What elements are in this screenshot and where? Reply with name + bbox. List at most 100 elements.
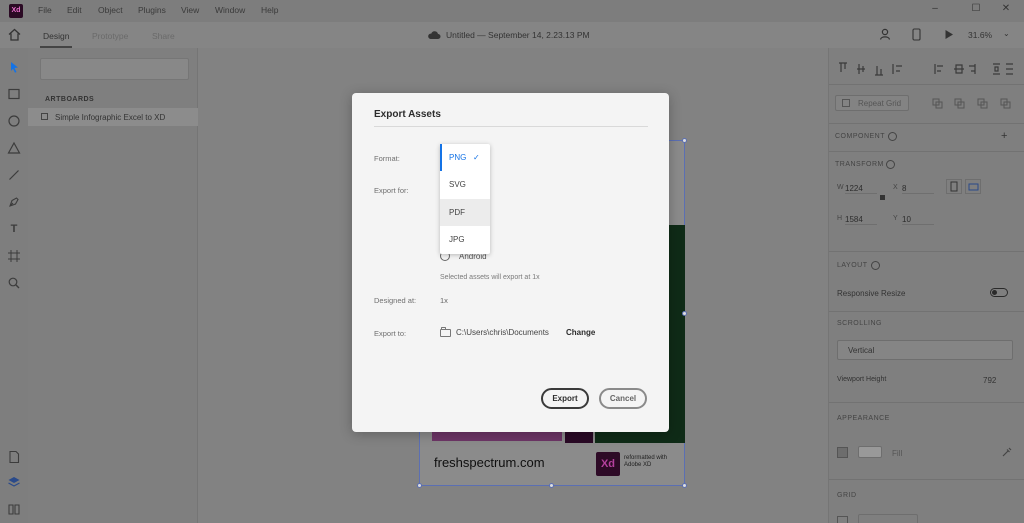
format-option-jpg[interactable]: JPG xyxy=(440,226,490,253)
artboard-layer-name[interactable]: Simple Infographic Excel to XD xyxy=(55,113,165,122)
format-option-pdf[interactable]: PDF xyxy=(440,199,490,226)
info-icon[interactable] xyxy=(886,160,895,169)
divider xyxy=(829,479,1024,480)
landscape-icon[interactable] xyxy=(965,179,981,194)
chevron-down-icon[interactable]: ⌄ xyxy=(1003,29,1010,38)
cancel-button[interactable]: Cancel xyxy=(599,388,647,409)
artboard-layer-icon xyxy=(41,113,48,120)
designed-at-value: 1x xyxy=(440,296,448,305)
layers-icon[interactable] xyxy=(7,475,21,489)
transform-label: TRANSFORM xyxy=(835,161,884,168)
format-option-svg[interactable]: SVG xyxy=(440,171,490,198)
fill-color-swatch[interactable] xyxy=(858,446,882,458)
menu-plugins[interactable]: Plugins xyxy=(138,5,166,15)
text-tool-icon[interactable]: T xyxy=(7,222,21,236)
infographic-dark-block xyxy=(565,431,593,443)
repeat-grid-label: Repeat Grid xyxy=(858,99,902,108)
info-icon[interactable] xyxy=(871,261,880,270)
divider xyxy=(829,251,1024,252)
dialog-title: Export Assets xyxy=(374,109,441,120)
artboard-reformat-text: reformatted with Adobe XD xyxy=(624,455,668,468)
x-field[interactable]: 8 xyxy=(902,184,934,194)
eyedropper-icon[interactable] xyxy=(1002,447,1012,457)
export-path: C:\Users\chris\Documents xyxy=(456,328,549,337)
layout-label: LAYOUT xyxy=(837,262,868,269)
app-logo-icon: Xd xyxy=(9,4,23,18)
cloud-icon xyxy=(427,30,441,40)
pen-tool-icon[interactable] xyxy=(7,195,21,209)
viewport-height-label: Viewport Height xyxy=(837,376,887,383)
boolean-ops-icons[interactable] xyxy=(932,98,1014,110)
home-icon[interactable] xyxy=(8,28,21,41)
device-preview-icon[interactable] xyxy=(912,28,921,41)
close-icon[interactable]: ✕ xyxy=(996,3,1016,14)
info-icon[interactable] xyxy=(888,132,897,141)
zoom-tool-icon[interactable] xyxy=(7,276,21,290)
export-to-label: Export to: xyxy=(374,329,407,338)
align-toolbar xyxy=(838,62,1013,76)
zoom-level[interactable]: 31.6% xyxy=(968,30,992,40)
height-field[interactable]: 1584 xyxy=(845,215,877,225)
user-icon[interactable] xyxy=(879,28,891,40)
menu-window[interactable]: Window xyxy=(215,5,245,15)
grid-checkbox[interactable] xyxy=(837,516,848,523)
x-label: X xyxy=(893,184,899,191)
polygon-tool-icon[interactable] xyxy=(7,141,21,155)
play-icon[interactable] xyxy=(944,29,954,40)
rectangle-tool-icon[interactable] xyxy=(7,87,21,101)
minimize-icon[interactable]: – xyxy=(925,3,945,14)
tab-design[interactable]: Design xyxy=(43,31,69,41)
divider xyxy=(829,123,1024,124)
export-button[interactable]: Export xyxy=(541,388,589,409)
portrait-icon[interactable] xyxy=(946,179,962,194)
menu-object[interactable]: Object xyxy=(98,5,123,15)
repeat-grid-icon xyxy=(842,99,850,107)
menu-view[interactable]: View xyxy=(181,5,199,15)
format-option-png[interactable]: PNG xyxy=(440,144,490,171)
plugins-icon[interactable] xyxy=(7,502,21,516)
ellipse-tool-icon[interactable] xyxy=(7,114,21,128)
grid-label: GRID xyxy=(837,492,857,499)
artboard-site-text: freshspectrum.com xyxy=(434,455,545,470)
grid-type-select[interactable] xyxy=(858,514,918,523)
resize-handle[interactable] xyxy=(682,483,687,488)
checkmark-icon: ✓ xyxy=(473,153,480,162)
change-location-link[interactable]: Change xyxy=(566,328,595,337)
format-label: Format: xyxy=(374,154,400,163)
document-title[interactable]: Untitled — September 14, 2.23.13 PM xyxy=(446,30,590,40)
resize-handle[interactable] xyxy=(417,483,422,488)
viewport-height-field[interactable]: 792 xyxy=(983,376,996,385)
designed-at-label: Designed at: xyxy=(374,296,417,305)
y-label: Y xyxy=(893,215,899,222)
divider xyxy=(374,126,648,127)
responsive-resize-label: Responsive Resize xyxy=(837,289,906,298)
lock-aspect-icon[interactable] xyxy=(880,195,885,200)
fill-checkbox[interactable] xyxy=(837,447,848,458)
resize-handle[interactable] xyxy=(549,483,554,488)
menu-file[interactable]: File xyxy=(38,5,52,15)
y-field[interactable]: 10 xyxy=(902,215,934,225)
height-label: H xyxy=(837,215,843,222)
document-assets-icon[interactable] xyxy=(7,450,21,464)
menu-help[interactable]: Help xyxy=(261,5,278,15)
divider xyxy=(829,151,1024,152)
resize-handle[interactable] xyxy=(682,138,687,143)
appearance-label: APPEARANCE xyxy=(837,415,890,422)
add-component-icon[interactable]: + xyxy=(1001,130,1007,142)
xd-logo-icon: Xd xyxy=(596,452,620,476)
infographic-pink-block xyxy=(432,431,562,441)
menu-edit[interactable]: Edit xyxy=(67,5,82,15)
select-tool-icon[interactable] xyxy=(7,60,21,74)
maximize-icon[interactable]: ☐ xyxy=(966,3,986,14)
width-field[interactable]: 1224 xyxy=(845,184,877,194)
line-tool-icon[interactable] xyxy=(7,168,21,182)
artboard-tool-icon[interactable] xyxy=(7,249,21,263)
fill-label: Fill xyxy=(892,449,903,458)
resize-handle[interactable] xyxy=(682,311,687,316)
tab-prototype[interactable]: Prototype xyxy=(92,31,128,41)
layers-search-input[interactable] xyxy=(40,58,189,80)
tab-share[interactable]: Share xyxy=(152,31,175,41)
artboards-section-label: ARTBOARDS xyxy=(45,96,95,103)
folder-icon xyxy=(440,329,451,337)
scrolling-label: SCROLLING xyxy=(837,320,882,327)
